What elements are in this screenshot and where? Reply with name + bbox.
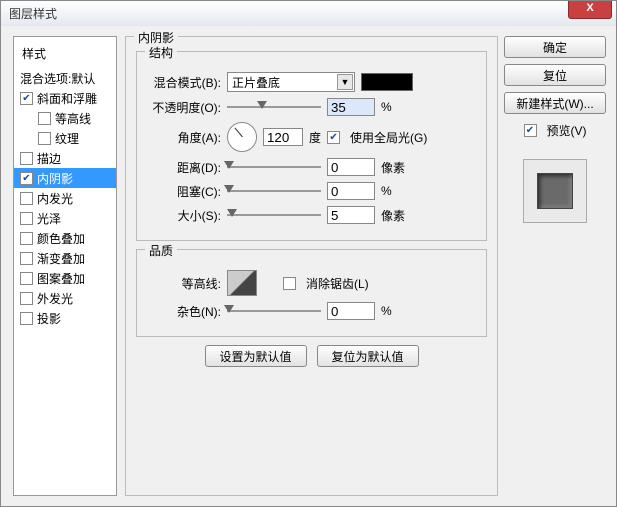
sidebar-item-1[interactable]: 斜面和浮雕 (14, 88, 116, 108)
sidebar-label-8: 颜色叠加 (37, 230, 85, 247)
window-title: 图层样式 (9, 5, 57, 22)
sidebar-item-3[interactable]: 纹理 (14, 128, 116, 148)
sidebar-label-5: 内阴影 (37, 170, 73, 187)
button-set-default[interactable]: 设置为默认值 (205, 345, 307, 367)
label-angle: 角度(A): (147, 129, 221, 146)
button-new-style[interactable]: 新建样式(W)... (504, 92, 606, 114)
sidebar-item-9[interactable]: 渐变叠加 (14, 248, 116, 268)
label-contour: 等高线: (147, 275, 221, 292)
sidebar-item-10[interactable]: 图案叠加 (14, 268, 116, 288)
input-angle[interactable] (263, 128, 303, 146)
close-button[interactable]: X (568, 1, 612, 19)
sidebar-label-0: 混合选项:默认 (20, 70, 95, 87)
sidebar-item-4[interactable]: 描边 (14, 148, 116, 168)
slider-opacity[interactable] (227, 100, 321, 114)
unit-choke: % (381, 184, 411, 198)
label-blend-mode: 混合模式(B): (147, 74, 221, 91)
blend-mode-value[interactable] (227, 72, 355, 92)
sidebar-item-11[interactable]: 外发光 (14, 288, 116, 308)
sidebar-label-12: 投影 (37, 310, 61, 327)
label-global-light: 使用全局光(G) (350, 129, 427, 146)
unit-opacity: % (381, 100, 411, 114)
group-structure-title: 结构 (145, 44, 177, 61)
sidebar-checkbox-10[interactable] (20, 272, 33, 285)
button-cancel[interactable]: 复位 (504, 64, 606, 86)
sidebar-label-10: 图案叠加 (37, 270, 85, 287)
sidebar-checkbox-12[interactable] (20, 312, 33, 325)
sidebar-label-11: 外发光 (37, 290, 73, 307)
sidebar-item-12[interactable]: 投影 (14, 308, 116, 328)
sidebar-item-2[interactable]: 等高线 (14, 108, 116, 128)
unit-distance: 像素 (381, 159, 411, 176)
input-opacity[interactable] (327, 98, 375, 116)
sidebar-checkbox-8[interactable] (20, 232, 33, 245)
sidebar-checkbox-1[interactable] (20, 92, 33, 105)
styles-sidebar: 样式 混合选项:默认斜面和浮雕等高线纹理描边内阴影内发光光泽颜色叠加渐变叠加图案… (13, 36, 117, 496)
label-antialias: 消除锯齿(L) (306, 275, 369, 292)
preview-swatch (523, 159, 587, 223)
group-structure: 结构 混合模式(B): ▼ 不透明度(O): % (136, 51, 487, 241)
panel-inner-shadow: 内阴影 结构 混合模式(B): ▼ 不透明度(O): (125, 36, 498, 496)
sidebar-item-8[interactable]: 颜色叠加 (14, 228, 116, 248)
sidebar-item-0[interactable]: 混合选项:默认 (14, 68, 116, 88)
sidebar-label-2: 等高线 (55, 110, 91, 127)
sidebar-checkbox-11[interactable] (20, 292, 33, 305)
input-noise[interactable] (327, 302, 375, 320)
sidebar-checkbox-5[interactable] (20, 172, 33, 185)
sidebar-checkbox-6[interactable] (20, 192, 33, 205)
sidebar-checkbox-4[interactable] (20, 152, 33, 165)
sidebar-checkbox-9[interactable] (20, 252, 33, 265)
slider-choke[interactable] (227, 184, 321, 198)
sidebar-checkbox-3[interactable] (38, 132, 51, 145)
input-distance[interactable] (327, 158, 375, 176)
label-opacity: 不透明度(O): (147, 99, 221, 116)
sidebar-item-6[interactable]: 内发光 (14, 188, 116, 208)
slider-noise[interactable] (227, 304, 321, 318)
chevron-down-icon[interactable]: ▼ (337, 74, 353, 90)
dial-angle[interactable] (227, 122, 257, 152)
label-distance: 距离(D): (147, 159, 221, 176)
sidebar-label-4: 描边 (37, 150, 61, 167)
label-choke: 阻塞(C): (147, 183, 221, 200)
sidebar-label-7: 光泽 (37, 210, 61, 227)
sidebar-checkbox-7[interactable] (20, 212, 33, 225)
label-preview: 预览(V) (547, 122, 587, 139)
button-ok[interactable]: 确定 (504, 36, 606, 58)
label-size: 大小(S): (147, 207, 221, 224)
sidebar-label-3: 纹理 (55, 130, 79, 147)
unit-noise: % (381, 304, 411, 318)
contour-picker[interactable] (227, 270, 257, 296)
color-swatch[interactable] (361, 73, 413, 91)
titlebar: 图层样式 X (1, 1, 616, 26)
slider-distance[interactable] (227, 160, 321, 174)
checkbox-global-light[interactable] (327, 131, 340, 144)
sidebar-title: 样式 (14, 41, 116, 68)
label-noise: 杂色(N): (147, 303, 221, 320)
group-quality-title: 品质 (145, 242, 177, 259)
checkbox-antialias[interactable] (283, 277, 296, 290)
slider-size[interactable] (227, 208, 321, 222)
sidebar-item-5[interactable]: 内阴影 (14, 168, 116, 188)
input-size[interactable] (327, 206, 375, 224)
input-choke[interactable] (327, 182, 375, 200)
sidebar-label-9: 渐变叠加 (37, 250, 85, 267)
sidebar-item-7[interactable]: 光泽 (14, 208, 116, 228)
group-quality: 品质 等高线: 消除锯齿(L) 杂色(N): % (136, 249, 487, 337)
checkbox-preview[interactable] (524, 124, 537, 137)
sidebar-checkbox-2[interactable] (38, 112, 51, 125)
sidebar-label-6: 内发光 (37, 190, 73, 207)
unit-size: 像素 (381, 207, 411, 224)
button-reset-default[interactable]: 复位为默认值 (317, 345, 419, 367)
sidebar-label-1: 斜面和浮雕 (37, 90, 97, 107)
dropdown-blend-mode[interactable]: ▼ (227, 72, 355, 92)
unit-angle: 度 (309, 129, 321, 146)
